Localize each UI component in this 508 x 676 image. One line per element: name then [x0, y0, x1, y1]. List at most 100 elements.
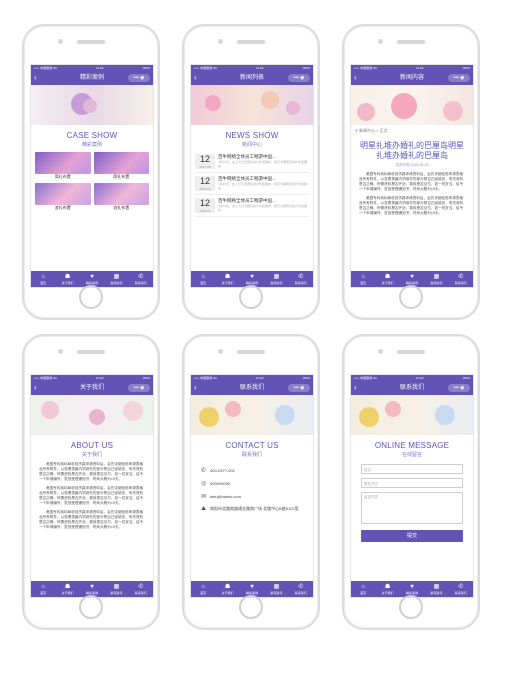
- contact-phone[interactable]: ✆ 400-0377-002: [191, 464, 313, 477]
- tab-label: 关于我们: [221, 281, 234, 285]
- tab-label: 新闻资讯: [270, 281, 283, 285]
- home-button[interactable]: [399, 595, 423, 619]
- nav-bar: ‹ 关于我们 ••• ◉: [31, 381, 153, 395]
- section-heading-en: CASE SHOW: [66, 131, 118, 140]
- back-icon[interactable]: ‹: [34, 381, 37, 395]
- tab-home[interactable]: ⌂ 首页: [351, 271, 375, 287]
- case-item[interactable]: 简礼布置: [35, 152, 91, 180]
- phone-icon: ✆: [138, 274, 144, 280]
- submit-button[interactable]: 提交: [361, 530, 463, 542]
- menu-capsule[interactable]: ••• ◉: [128, 74, 150, 82]
- mail-icon: ✉: [201, 494, 207, 500]
- tab-label: 首页: [360, 591, 367, 595]
- tab-contact[interactable]: ✆ 联系我们: [289, 271, 313, 287]
- tab-about[interactable]: ☗ 关于我们: [215, 271, 239, 287]
- case-image: [35, 152, 91, 174]
- banner-image: [31, 85, 153, 125]
- back-icon[interactable]: ‹: [194, 381, 197, 395]
- home-button[interactable]: [239, 595, 263, 619]
- contact-email[interactable]: ✉ kefu@bainiu.com: [191, 490, 313, 503]
- menu-capsule[interactable]: ••• ◉: [288, 74, 310, 82]
- back-icon[interactable]: ‹: [34, 71, 37, 85]
- news-item[interactable]: 12 2016-06 百牛网络全体员工畅游中国... 4月26日，在上七日次团队的户…: [195, 176, 309, 195]
- back-icon[interactable]: ‹: [354, 71, 357, 85]
- news-month: 2016-06: [199, 209, 211, 213]
- screen: ••••• 中国联通 4G 12:00 100% ‹ 新闻内容 ••• ◉ ⚲ 新闻…: [350, 64, 474, 288]
- tab-news[interactable]: ▦ 新闻资讯: [104, 271, 128, 287]
- home-button[interactable]: [239, 285, 263, 309]
- screen: ••••• 中国联通 4G 12:00 100% ‹ 联系我们 ••• ◉ CONT…: [190, 374, 314, 598]
- tab-label: 关于我们: [61, 591, 74, 595]
- tab-home[interactable]: ⌂ 首页: [351, 581, 375, 597]
- contact-input[interactable]: 联系方式: [361, 478, 463, 488]
- about-paragraph: 美国专利商标局收到杰森申请资料后，会先详细检验申请表格及所有附件，以查看表格内须…: [39, 510, 144, 529]
- users-icon: ☗: [384, 584, 391, 590]
- tab-news[interactable]: ▦ 新闻资讯: [104, 581, 128, 597]
- tab-news[interactable]: ▦ 新闻资讯: [424, 581, 448, 597]
- case-item[interactable]: 浪礼布置: [35, 183, 91, 211]
- tab-label: 首页: [200, 591, 207, 595]
- case-item[interactable]: 简礼布置: [93, 152, 149, 180]
- tab-contact[interactable]: ✆ 联系我们: [289, 581, 313, 597]
- tab-label: 联系我们: [134, 281, 147, 285]
- tab-news[interactable]: ▦ 新闻资讯: [264, 581, 288, 597]
- message-form: 姓名 联系方式 留言内容 提交: [351, 464, 473, 542]
- tab-label: 关于我们: [381, 281, 394, 285]
- tab-home[interactable]: ⌂ 首页: [191, 581, 215, 597]
- case-item[interactable]: 浪礼布置: [93, 183, 149, 211]
- news-summary: 4月26日，在上七日次团队的户外拓展中，我们为期两天的户外拓展在...: [218, 160, 308, 168]
- contact-address[interactable]: ⛰ 南阳市北路南路建业路南广场 北楼中心B座5102室: [191, 503, 313, 516]
- nav-title: 联系我们: [399, 385, 424, 391]
- back-icon[interactable]: ‹: [354, 381, 357, 395]
- menu-capsule[interactable]: ••• ◉: [288, 384, 310, 392]
- home-icon: ⌂: [41, 274, 46, 280]
- tab-about[interactable]: ☗ 关于我们: [215, 581, 239, 597]
- tab-home[interactable]: ⌂ 首页: [31, 581, 55, 597]
- tab-about[interactable]: ☗ 关于我们: [375, 271, 399, 287]
- news-day: 12: [199, 154, 210, 164]
- about-paragraph: 美国专利商标局收到杰森申请资料后，会先详细检验申请表格及所有附件，以查看表格内须…: [39, 462, 144, 481]
- phone-case-show: ••••• 中国联通 4G 12:00 100% ‹ 精彩案例 ••• ◉ CASE…: [22, 24, 160, 320]
- case-label: 简礼布置: [113, 174, 130, 179]
- message-textarea[interactable]: 留言内容: [361, 492, 463, 524]
- tab-contact[interactable]: ✆ 联系我们: [449, 581, 473, 597]
- news-item[interactable]: 12 2016-06 百牛网络全体员工畅游中国... 4月26日，在上七日次团队的户…: [195, 154, 309, 173]
- phone-news-show: ••••• 中国联通 4G 12:00 100% ‹ 新闻列表 ••• ◉ NEWS…: [182, 24, 320, 320]
- home-button[interactable]: [79, 595, 103, 619]
- grid-icon: ▦: [433, 274, 440, 280]
- heart-icon: ♥: [250, 274, 254, 280]
- section-heading-en: ONLINE MESSAGE: [374, 441, 450, 450]
- name-input[interactable]: 姓名: [361, 464, 463, 474]
- tab-about[interactable]: ☗ 关于我们: [55, 581, 79, 597]
- tab-news[interactable]: ▦ 新闻资讯: [264, 271, 288, 287]
- tab-label: 联系我们: [454, 281, 467, 285]
- section-heading-en: ABOUT US: [70, 441, 114, 450]
- contact-qq[interactable]: ◎ 000000000: [191, 477, 313, 490]
- home-button[interactable]: [399, 285, 423, 309]
- nav-bar: ‹ 新闻列表 ••• ◉: [191, 71, 313, 85]
- section-heading-cn: 精彩案例: [81, 142, 102, 148]
- tab-about[interactable]: ☗ 关于我们: [55, 271, 79, 287]
- news-item[interactable]: 12 2016-06 百牛网络全体员工畅游中国... 4月26日，在上七日次团队的户…: [195, 198, 309, 217]
- tab-home[interactable]: ⌂ 首页: [191, 271, 215, 287]
- tab-contact[interactable]: ✆ 联系我们: [449, 271, 473, 287]
- menu-capsule[interactable]: ••• ◉: [448, 384, 470, 392]
- users-icon: ☗: [384, 274, 391, 280]
- users-icon: ☗: [64, 584, 71, 590]
- map-icon: ⛰: [201, 506, 207, 512]
- menu-capsule[interactable]: ••• ◉: [128, 384, 150, 392]
- news-date: 12 2016-06: [195, 198, 215, 213]
- menu-capsule[interactable]: ••• ◉: [448, 74, 470, 82]
- tab-news[interactable]: ▦ 新闻资讯: [424, 271, 448, 287]
- news-list: 12 2016-06 百牛网络全体员工畅游中国... 4月26日，在上七日次团队的户…: [191, 154, 313, 217]
- tab-home[interactable]: ⌂ 首页: [31, 271, 55, 287]
- home-button[interactable]: [79, 285, 103, 309]
- back-icon[interactable]: ‹: [194, 71, 197, 85]
- section-heading-cn: 联系我们: [241, 452, 262, 458]
- heart-icon: ♥: [250, 584, 254, 590]
- tab-about[interactable]: ☗ 关于我们: [375, 581, 399, 597]
- tab-label: 新闻资讯: [430, 591, 443, 595]
- tab-contact[interactable]: ✆ 联系我们: [129, 581, 153, 597]
- tab-contact[interactable]: ✆ 联系我们: [129, 271, 153, 287]
- tab-label: 首页: [200, 281, 207, 285]
